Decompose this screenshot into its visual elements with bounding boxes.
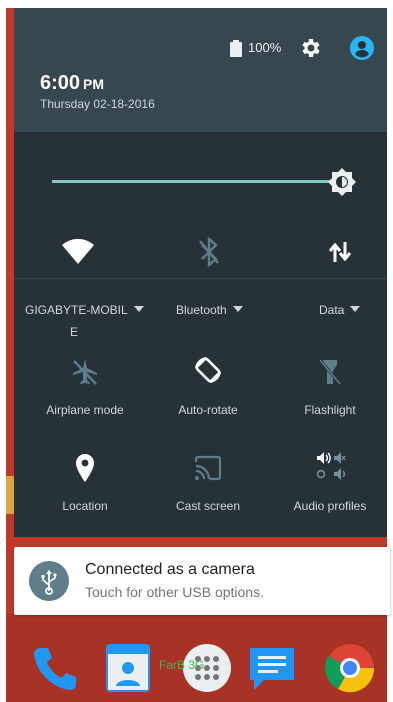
clock: 6:00 PM [40,72,105,94]
settings-icon[interactable] [298,36,322,60]
location-label: Location [62,499,108,513]
messaging-icon[interactable] [246,642,298,694]
wifi-icon[interactable] [62,236,94,268]
bluetooth-label[interactable]: Bluetooth [176,303,243,317]
auto-rotate-label: Auto-rotate [178,403,238,417]
audio-profiles-label: Audio profiles [293,499,367,513]
chevron-down-icon [232,306,243,312]
chevron-down-icon [350,306,361,312]
usb-notification[interactable]: Connected as a camera Touch for other US… [14,547,390,615]
flashlight-label: Flashlight [304,403,356,417]
cast-icon[interactable] [192,452,224,484]
usb-icon [41,570,57,595]
flashlight-off-icon[interactable] [314,356,346,388]
location-icon[interactable] [69,452,101,484]
contacts-icon[interactable] [102,642,154,694]
cast-screen-label: Cast screen [175,499,241,513]
tiles-divider [14,278,387,279]
battery-percentage: 100% [248,40,282,55]
brightness-icon[interactable] [328,168,356,196]
bluetooth-off-icon[interactable] [193,236,225,268]
auto-rotate-icon[interactable] [192,354,224,386]
chevron-down-icon [133,306,144,312]
data-label[interactable]: Data [319,303,361,317]
notification-header: 100% 6:00 PM Thursday 02-18-2016 [14,8,387,132]
quick-settings-panel: GIGABYTE-MOBIL E Bluetooth Data Airplane… [14,132,387,537]
brightness-slider-track[interactable] [52,180,342,183]
usb-icon-circle [29,561,69,601]
notification-text: Touch for other USB options. [85,584,264,600]
wifi-network-label[interactable]: GIGABYTE-MOBIL [25,303,144,317]
wifi-network-label-cont: E [70,325,79,339]
chrome-icon[interactable] [324,642,376,694]
phone-icon[interactable] [30,642,82,694]
battery-icon [230,40,242,57]
date-text: Thursday 02-18-2016 [40,97,155,111]
notification-title: Connected as a camera [85,561,255,578]
data-arrows-icon[interactable] [324,236,356,268]
audio-profiles-icon[interactable] [314,450,346,482]
account-icon[interactable] [350,36,374,60]
airplane-mode-label: Airplane mode [46,403,124,417]
app-label-partial: FarB 3G [159,658,205,672]
airplane-off-icon[interactable] [69,356,101,388]
